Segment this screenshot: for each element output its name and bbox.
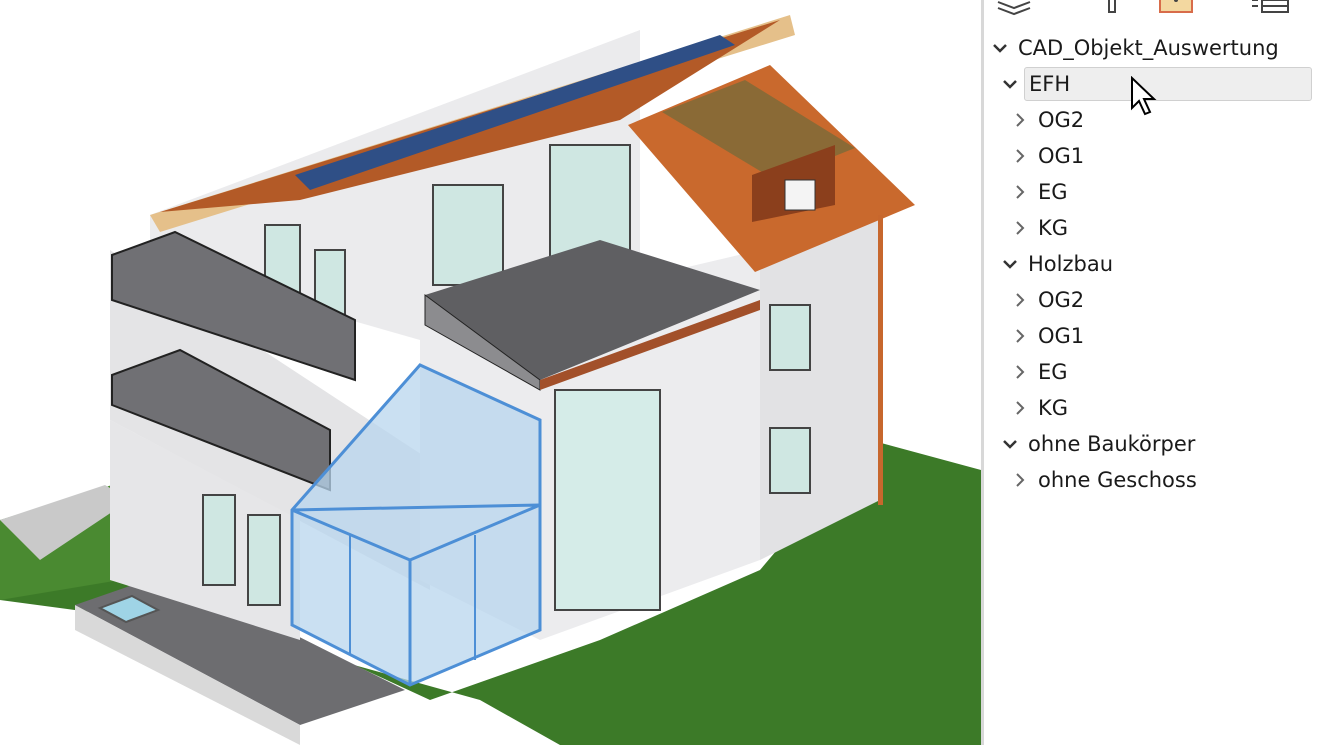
tree-node-label: KG	[1038, 396, 1069, 420]
tree-root[interactable]: CAD_Objekt_Auswertung	[990, 32, 1279, 64]
tree-node-og2[interactable]: OG2	[1010, 104, 1084, 136]
3d-viewport[interactable]	[0, 0, 981, 745]
tree-node-label: EG	[1038, 180, 1068, 204]
chevron-right-icon[interactable]	[1010, 212, 1030, 244]
structure-panel: CAD_Objekt_Auswertung EFH OG2 OG1 EG KG …	[984, 0, 1320, 745]
chevron-right-icon[interactable]	[1010, 392, 1030, 424]
chevron-down-icon[interactable]	[1000, 68, 1020, 100]
tree-node-ohne-geschoss[interactable]: ohne Geschoss	[1010, 464, 1197, 496]
tree-node-label: EG	[1038, 360, 1068, 384]
tree-node-label: OG1	[1038, 324, 1085, 348]
chevron-right-icon[interactable]	[1010, 464, 1030, 496]
chevron-right-icon[interactable]	[1010, 104, 1030, 136]
chevron-down-icon[interactable]	[990, 32, 1010, 64]
object-icon[interactable]	[1158, 0, 1194, 16]
tree-node-eg[interactable]: EG	[1010, 356, 1068, 388]
tree-node-label: EFH	[1024, 67, 1312, 101]
chevron-down-icon[interactable]	[1000, 428, 1020, 460]
tree-node-efh[interactable]: EFH	[1000, 67, 1312, 101]
building-model	[0, 15, 981, 745]
tree-node-label: ohne Geschoss	[1038, 468, 1197, 492]
chevron-right-icon[interactable]	[1010, 284, 1030, 316]
tree-node-og1[interactable]: OG1	[1010, 320, 1084, 352]
layers-icon[interactable]	[996, 0, 1032, 16]
tree-node-holzbau[interactable]: Holzbau	[1000, 248, 1113, 280]
tree-node-ohne-baukoerper[interactable]: ohne Baukörper	[1000, 428, 1195, 460]
chevron-right-icon[interactable]	[1010, 176, 1030, 208]
tree-root-label: CAD_Objekt_Auswertung	[1018, 36, 1279, 60]
tree-node-label: OG2	[1038, 288, 1085, 312]
tree-node-kg[interactable]: KG	[1010, 212, 1068, 244]
tree-node-eg[interactable]: EG	[1010, 176, 1068, 208]
tree-node-og2[interactable]: OG2	[1010, 284, 1084, 316]
list-icon[interactable]	[1250, 0, 1294, 16]
tree-node-kg[interactable]: KG	[1010, 392, 1068, 424]
chevron-right-icon[interactable]	[1010, 356, 1030, 388]
chevron-right-icon[interactable]	[1010, 140, 1030, 172]
tree-node-label: Holzbau	[1028, 252, 1114, 276]
panel-toolbar	[984, 0, 1320, 22]
chevron-down-icon[interactable]	[1000, 248, 1020, 280]
pin-icon[interactable]	[1106, 0, 1118, 16]
tree-node-label: OG2	[1038, 108, 1085, 132]
tree-node-label: KG	[1038, 216, 1069, 240]
chevron-right-icon[interactable]	[1010, 320, 1030, 352]
tree-node-label: OG1	[1038, 144, 1085, 168]
tree-node-label: ohne Baukörper	[1028, 432, 1196, 456]
tree-node-og1[interactable]: OG1	[1010, 140, 1084, 172]
